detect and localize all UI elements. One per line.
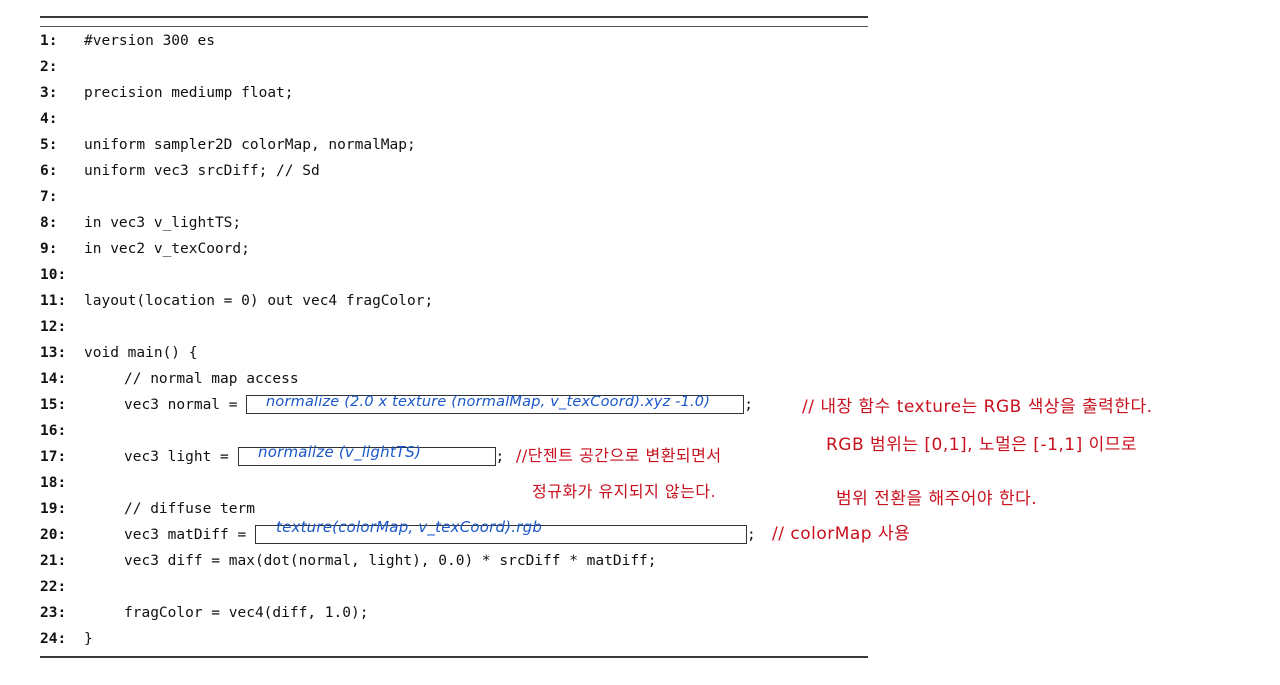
- code-line-7: 7:: [40, 184, 84, 210]
- line-number: 16:: [40, 423, 67, 439]
- line-number: 1:: [40, 33, 58, 49]
- line-number: 4:: [40, 111, 58, 127]
- handwritten-answer-normal: normalize (2.0 x texture (normalMap, v_t…: [266, 394, 711, 410]
- code-text: // diffuse term: [124, 501, 255, 517]
- code-line-21: 21: vec3 diff = max(dot(normal, light), 0…: [40, 548, 657, 574]
- top-rule-thick: [40, 16, 868, 18]
- line-number: 8:: [40, 215, 58, 231]
- line-number: 5:: [40, 137, 58, 153]
- code-text: vec3 normal =: [124, 397, 247, 413]
- code-line-1: 1: #version 300 es: [40, 28, 215, 54]
- code-text: // normal map access: [124, 371, 299, 387]
- line-number: 21:: [40, 553, 67, 569]
- handwritten-note-colormap: // colorMap 사용: [772, 524, 911, 544]
- bottom-rule: [40, 656, 868, 658]
- code-text: vec3 light =: [124, 449, 238, 465]
- code-line-6: 6: uniform vec3 srcDiff; // Sd: [40, 158, 320, 184]
- code-text: }: [84, 631, 93, 647]
- code-line-11: 11: layout(location = 0) out vec4 fragCol…: [40, 288, 433, 314]
- code-line-10: 10:: [40, 262, 84, 288]
- code-line-12: 12:: [40, 314, 84, 340]
- code-line-13: 13: void main() {: [40, 340, 198, 366]
- handwritten-answer-light: normalize (v_lightTS): [258, 443, 422, 461]
- semicolon: ;: [495, 449, 505, 465]
- line-number: 20:: [40, 527, 67, 543]
- line-number: 24:: [40, 631, 67, 647]
- line-number: 14:: [40, 371, 67, 387]
- semicolon: ;: [744, 397, 753, 413]
- code-text: vec3 diff = max(dot(normal, light), 0.0)…: [124, 553, 657, 569]
- code-line-5: 5: uniform sampler2D colorMap, normalMap;: [40, 132, 416, 158]
- code-text: in vec2 v_texCoord;: [84, 241, 250, 257]
- code-line-19: 19: // diffuse term: [40, 496, 255, 522]
- code-text: in vec3 v_lightTS;: [84, 215, 242, 231]
- line-number: 13:: [40, 345, 67, 361]
- code-line-23: 23: fragColor = vec4(diff, 1.0);: [40, 600, 368, 626]
- line-number: 10:: [40, 267, 67, 283]
- code-line-16: 16:: [40, 418, 84, 444]
- code-text: void main() {: [84, 345, 198, 361]
- line-number: 15:: [40, 397, 67, 413]
- handwritten-note-light-2: 정규화가 유지되지 않는다.: [532, 482, 717, 501]
- line-number: 19:: [40, 501, 67, 517]
- code-line-24: 24:}: [40, 626, 93, 652]
- line-number: 23:: [40, 605, 67, 621]
- code-line-2: 2:: [40, 54, 84, 80]
- code-line-18: 18:: [40, 470, 84, 496]
- code-text: vec3 matDiff =: [124, 527, 255, 543]
- handwritten-note-texture-3: 범위 전환을 해주어야 한다.: [836, 489, 1038, 509]
- line-number: 7:: [40, 189, 58, 205]
- line-number: 6:: [40, 163, 58, 179]
- code-text: layout(location = 0) out vec4 fragColor;: [84, 293, 434, 309]
- code-text: #version 300 es: [84, 33, 215, 49]
- semicolon: ;: [746, 527, 756, 543]
- handwritten-note-texture-1: // 내장 함수 texture는 RGB 색상을 출력한다.: [802, 397, 1153, 417]
- line-number: 12:: [40, 319, 67, 335]
- code-line-8: 8: in vec3 v_lightTS;: [40, 210, 241, 236]
- handwritten-answer-matdiff: texture(colorMap, v_texCoord).rgb: [276, 518, 543, 536]
- line-number: 17:: [40, 449, 67, 465]
- code-text: uniform sampler2D colorMap, normalMap;: [84, 137, 416, 153]
- line-number: 2:: [40, 59, 58, 75]
- line-number: 9:: [40, 241, 58, 257]
- line-number: 18:: [40, 475, 67, 491]
- code-line-9: 9: in vec2 v_texCoord;: [40, 236, 250, 262]
- handwritten-note-light-1: //단젠트 공간으로 변환되면서: [516, 446, 722, 465]
- code-text: fragColor = vec4(diff, 1.0);: [124, 605, 369, 621]
- line-number: 3:: [40, 85, 58, 101]
- code-line-3: 3: precision mediump float;: [40, 80, 294, 106]
- top-rule-thin: [40, 26, 868, 27]
- code-line-4: 4:: [40, 106, 84, 132]
- code-line-14: 14: // normal map access: [40, 366, 299, 392]
- line-number: 11:: [40, 293, 67, 309]
- line-number: 22:: [40, 579, 67, 595]
- code-line-22: 22:: [40, 574, 84, 600]
- code-text: precision mediump float;: [84, 85, 294, 101]
- handwritten-note-texture-2: RGB 범위는 [0,1], 노멀은 [-1,1] 이므로: [826, 435, 1138, 455]
- code-text: uniform vec3 srcDiff; // Sd: [84, 163, 320, 179]
